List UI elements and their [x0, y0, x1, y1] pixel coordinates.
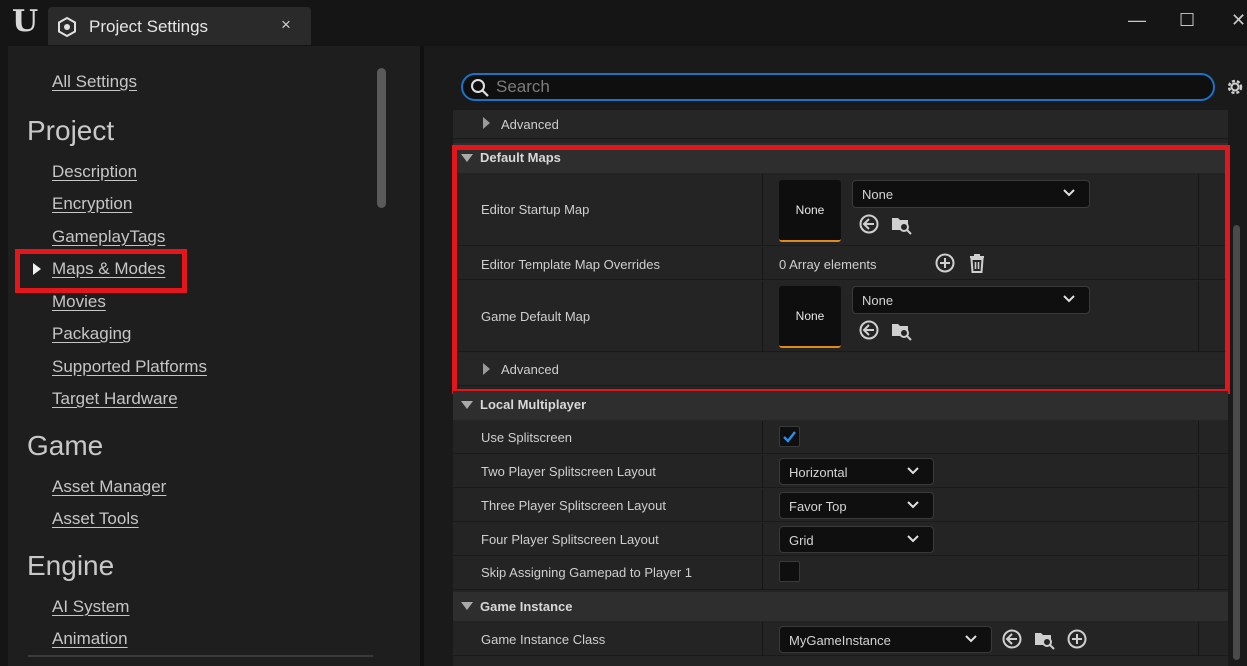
settings-cube-icon: [58, 16, 76, 38]
nav-section-game: Game: [27, 430, 104, 461]
nav-all-settings[interactable]: All Settings: [52, 72, 137, 92]
property-label: Four Player Splitscreen Layout: [481, 532, 659, 547]
nav-item-description[interactable]: Description: [52, 162, 137, 182]
nav-bottom-divider: [28, 655, 373, 657]
combo-value: Grid: [789, 533, 814, 548]
chevron-down-icon: [907, 535, 919, 543]
game-instance-class-picker[interactable]: MyGameInstance: [779, 626, 992, 653]
property-label: Three Player Splitscreen Layout: [481, 498, 666, 513]
four-player-layout-dropdown[interactable]: Grid: [779, 526, 934, 553]
use-splitscreen-checkbox[interactable]: [779, 426, 800, 447]
expand-arrow-icon[interactable]: [483, 117, 490, 129]
search-placeholder: Search: [496, 77, 550, 96]
close-window-button[interactable]: ✕: [1231, 10, 1246, 31]
highlight-box-maps-modes: [15, 249, 187, 293]
combo-value: MyGameInstance: [789, 633, 891, 648]
tab-project-settings[interactable]: Project Settings ×: [48, 7, 311, 45]
nav-item-movies[interactable]: Movies: [52, 292, 106, 312]
column-splitter[interactable]: [762, 455, 763, 488]
nav-section-project: Project: [27, 115, 115, 146]
nav-section-engine: Engine: [27, 550, 115, 581]
chevron-down-icon: [965, 635, 977, 643]
property-label: Two Player Splitscreen Layout: [481, 464, 656, 479]
search-input[interactable]: [461, 73, 1215, 101]
property-label: Use Splitscreen: [481, 430, 573, 445]
advanced-label: Advanced: [501, 117, 559, 132]
advanced-row-top[interactable]: Advanced: [453, 110, 1228, 139]
gear-icon[interactable]: [1224, 76, 1246, 98]
chevron-down-icon: [907, 467, 919, 475]
folder-search-icon[interactable]: [1033, 628, 1055, 650]
nav-item-animation[interactable]: Animation: [52, 629, 128, 649]
tab-close-button[interactable]: ×: [281, 15, 291, 35]
minimize-button[interactable]: —: [1128, 10, 1146, 31]
category-title: Local Multiplayer: [480, 397, 587, 412]
maximize-button[interactable]: ☐: [1179, 10, 1195, 31]
search-icon: [471, 79, 489, 97]
collapse-arrow-icon[interactable]: [461, 602, 473, 610]
chevron-down-icon: [907, 501, 919, 509]
nav-item-asset-tools[interactable]: Asset Tools: [52, 509, 139, 529]
column-splitter[interactable]: [762, 523, 763, 556]
property-row-three-player-layout: Three Player Splitscreen Layout Favor To…: [453, 489, 1228, 522]
column-splitter: [1198, 455, 1199, 488]
unreal-logo-icon: U: [12, 4, 39, 39]
property-row-two-player-layout: Two Player Splitscreen Layout Horizontal: [453, 455, 1228, 488]
column-splitter: [1198, 622, 1199, 656]
combo-value: Horizontal: [789, 465, 848, 480]
collapse-arrow-icon[interactable]: [461, 401, 473, 409]
column-splitter: [1198, 489, 1199, 522]
title-bar: U Project Settings × — ☐ ✕: [0, 0, 1247, 46]
nav-item-target-hardware[interactable]: Target Hardware: [52, 389, 178, 409]
column-splitter[interactable]: [762, 622, 763, 656]
property-row-game-instance-class: Game Instance Class MyGameInstance: [453, 622, 1228, 656]
highlight-box-default-maps: [452, 145, 1230, 394]
property-row-skip-gamepad: Skip Assigning Gamepad to Player 1: [453, 557, 1228, 590]
category-title: Game Instance: [480, 599, 573, 614]
category-local-multiplayer[interactable]: Local Multiplayer: [453, 391, 1228, 420]
column-splitter[interactable]: [762, 557, 763, 590]
property-label: Game Instance Class: [481, 632, 606, 647]
nav-item-ai-system[interactable]: AI System: [52, 597, 129, 617]
checkmark-icon: [783, 431, 796, 443]
two-player-layout-dropdown[interactable]: Horizontal: [779, 458, 934, 485]
nav-item-supported-platforms[interactable]: Supported Platforms: [52, 357, 207, 377]
browse-back-icon[interactable]: [1001, 628, 1023, 650]
column-splitter[interactable]: [762, 489, 763, 522]
nav-item-packaging[interactable]: Packaging: [52, 324, 131, 344]
details-scrollbar[interactable]: [1233, 225, 1240, 660]
three-player-layout-dropdown[interactable]: Favor Top: [779, 492, 934, 519]
property-label: Skip Assigning Gamepad to Player 1: [481, 565, 693, 580]
nav-item-gameplaytags[interactable]: GameplayTags: [52, 227, 165, 247]
nav-item-encryption[interactable]: Encryption: [52, 194, 132, 214]
nav-item-asset-manager[interactable]: Asset Manager: [52, 477, 166, 497]
column-splitter: [1198, 557, 1199, 590]
nav-scrollbar[interactable]: [377, 68, 386, 208]
combo-value: Favor Top: [789, 499, 847, 514]
skip-gamepad-checkbox[interactable]: [779, 561, 800, 582]
property-row-use-splitscreen: Use Splitscreen: [453, 421, 1228, 454]
add-icon[interactable]: [1066, 628, 1088, 650]
column-splitter: [1198, 421, 1199, 454]
column-splitter[interactable]: [762, 421, 763, 454]
tab-title: Project Settings: [89, 17, 209, 36]
category-game-instance[interactable]: Game Instance: [453, 592, 1228, 621]
column-splitter: [1198, 523, 1199, 556]
property-row-four-player-layout: Four Player Splitscreen Layout Grid: [453, 523, 1228, 556]
